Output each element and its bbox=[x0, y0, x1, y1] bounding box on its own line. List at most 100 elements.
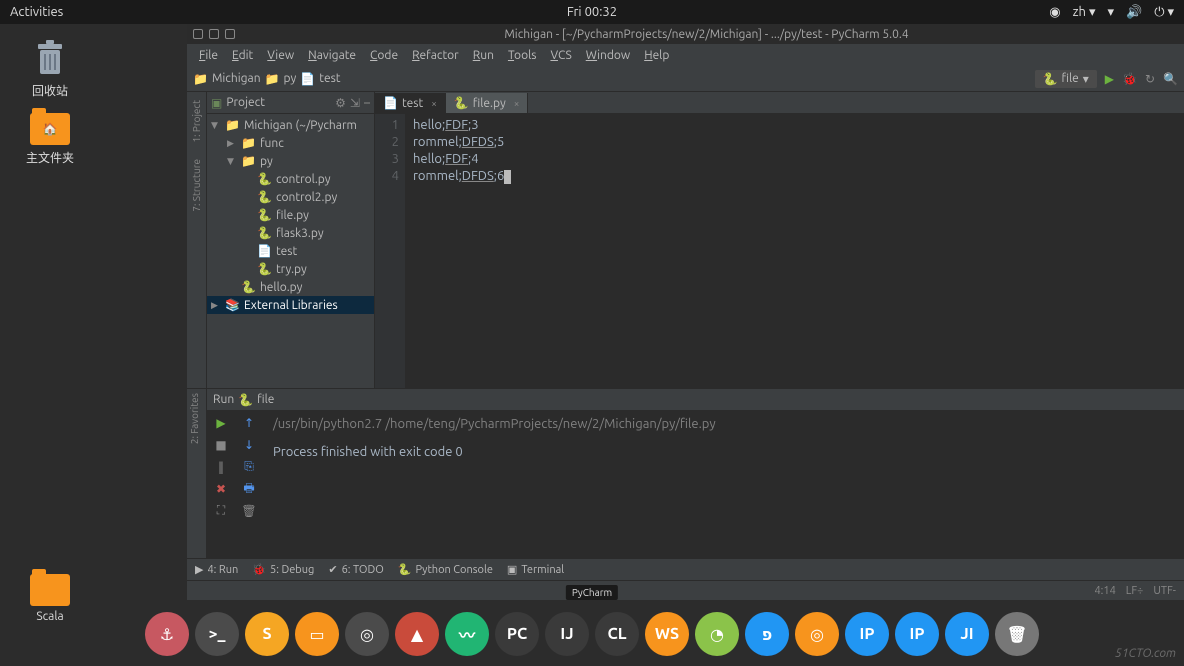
encoding[interactable]: UTF- bbox=[1153, 585, 1176, 597]
project-tool-tab[interactable]: 1: Project bbox=[189, 92, 204, 151]
close-tab-icon[interactable]: × bbox=[431, 98, 437, 109]
run-button[interactable]: ▶ bbox=[1105, 72, 1114, 86]
menu-tools[interactable]: Tools bbox=[502, 47, 543, 64]
down-icon[interactable]: ↓ bbox=[241, 437, 257, 453]
up-icon[interactable]: ↑ bbox=[241, 415, 257, 431]
dock-item[interactable]: ⚓ bbox=[145, 612, 189, 656]
window-min-icon[interactable] bbox=[209, 29, 219, 39]
caret-pos[interactable]: 4:14 bbox=[1094, 585, 1115, 597]
menu-vcs[interactable]: VCS bbox=[544, 47, 577, 64]
clock[interactable]: Fri 00:32 bbox=[567, 5, 617, 19]
python-icon: 🐍 bbox=[1043, 72, 1058, 86]
menu-run[interactable]: Run bbox=[467, 47, 500, 64]
bottom-tab[interactable]: 🐞5: Debug bbox=[252, 563, 314, 576]
breadcrumb-item[interactable]: 📄 test bbox=[300, 72, 340, 86]
clear-icon[interactable]: 🗑 bbox=[241, 503, 257, 519]
window-max-icon[interactable] bbox=[225, 29, 235, 39]
line-sep[interactable]: LF÷ bbox=[1126, 585, 1144, 597]
menu-code[interactable]: Code bbox=[364, 47, 404, 64]
close-tab-icon[interactable]: × bbox=[514, 98, 520, 109]
search-icon[interactable]: 🔍 bbox=[1163, 72, 1178, 86]
desktop-trash[interactable]: 回收站 bbox=[0, 38, 100, 99]
dock-item[interactable]: ◔ bbox=[695, 612, 739, 656]
hide-icon[interactable]: ⎯ bbox=[364, 96, 370, 110]
menu-window[interactable]: Window bbox=[580, 47, 636, 64]
print-icon[interactable]: 🖶 bbox=[241, 481, 257, 497]
tree-node[interactable]: 🐍hello.py bbox=[207, 278, 374, 296]
dock-item[interactable]: ◎ bbox=[795, 612, 839, 656]
structure-tool-tab[interactable]: 7: Structure bbox=[189, 151, 204, 220]
desktop-home[interactable]: 🏠 主文件夹 bbox=[0, 113, 100, 166]
dock-item[interactable]: ▲ bbox=[395, 612, 439, 656]
dock-item[interactable]: JI bbox=[945, 612, 989, 656]
menu-file[interactable]: File bbox=[193, 47, 224, 64]
tree-node[interactable]: 🐍control.py bbox=[207, 170, 374, 188]
tree-node[interactable]: ▼📁py bbox=[207, 152, 374, 170]
bottom-tab[interactable]: ▣Terminal bbox=[507, 563, 564, 576]
tree-node[interactable]: 🐍flask3.py bbox=[207, 224, 374, 242]
tree-node[interactable]: ▼📁Michigan (~/Pycharm bbox=[207, 116, 374, 134]
dock-item[interactable]: ◎ bbox=[345, 612, 389, 656]
wifi-icon[interactable]: ▾ bbox=[1107, 5, 1114, 20]
breadcrumb-item[interactable]: 📁 py bbox=[265, 72, 297, 86]
dock-item[interactable]: IP bbox=[845, 612, 889, 656]
dock-item[interactable]: IP bbox=[895, 612, 939, 656]
window-close-icon[interactable] bbox=[193, 29, 203, 39]
gear-icon[interactable]: ⚙ bbox=[335, 96, 346, 110]
dock-item[interactable]: >_ bbox=[195, 612, 239, 656]
nav-toolbar: 📁 Michigan 📁 py📄 test 🐍 file ▾ ▶ 🐞 ↻ 🔍 bbox=[187, 66, 1184, 92]
bottom-tab[interactable]: ✔6: TODO bbox=[328, 563, 383, 576]
pause-button[interactable]: ‖ bbox=[213, 459, 229, 475]
dock-item[interactable]: WS bbox=[645, 612, 689, 656]
layout-button[interactable]: ⛶ bbox=[213, 503, 229, 519]
editor-tab[interactable]: 🐍file.py× bbox=[446, 93, 529, 113]
dock-item[interactable]: IJ bbox=[545, 612, 589, 656]
wrap-icon[interactable]: ⎘ bbox=[241, 459, 257, 475]
menu-help[interactable]: Help bbox=[638, 47, 675, 64]
project-tree[interactable]: ▼📁Michigan (~/Pycharm▶📁func▼📁py🐍control.… bbox=[207, 114, 374, 388]
rerun-button[interactable]: ▶ bbox=[213, 415, 229, 431]
dock-item[interactable]: CL bbox=[595, 612, 639, 656]
menu-navigate[interactable]: Navigate bbox=[302, 47, 362, 64]
editor-tab[interactable]: 📄test× bbox=[375, 93, 446, 113]
accessibility-icon[interactable]: ◉ bbox=[1049, 5, 1060, 20]
rerun-button[interactable]: ↻ bbox=[1145, 72, 1155, 86]
run-toolbar-inner: ↑ ↓ ⎘ 🖶 🗑 bbox=[235, 411, 263, 558]
dock-item[interactable]: 🗑 bbox=[995, 612, 1039, 656]
tree-node[interactable]: 🐍control2.py bbox=[207, 188, 374, 206]
power-icon[interactable]: ⏻ ▾ bbox=[1154, 5, 1174, 20]
dock-item[interactable]: פ bbox=[745, 612, 789, 656]
bottom-tab[interactable]: 🐍Python Console bbox=[398, 563, 493, 576]
debug-button[interactable]: 🐞 bbox=[1122, 72, 1137, 86]
tree-node[interactable]: ▶📁func bbox=[207, 134, 374, 152]
stop-button[interactable]: ■ bbox=[213, 437, 229, 453]
input-lang[interactable]: zh ▾ bbox=[1073, 5, 1096, 20]
menu-edit[interactable]: Edit bbox=[226, 47, 259, 64]
menu-refactor[interactable]: Refactor bbox=[406, 47, 465, 64]
breadcrumb-item[interactable]: 📁 Michigan bbox=[193, 72, 261, 86]
volume-icon[interactable]: 🔊 bbox=[1126, 5, 1142, 20]
tree-node[interactable]: 🐍try.py bbox=[207, 260, 374, 278]
close-button[interactable]: ✖ bbox=[213, 481, 229, 497]
titlebar[interactable]: Michigan - [~/PycharmProjects/new/2/Mich… bbox=[187, 24, 1184, 44]
dock-item[interactable]: ▭ bbox=[295, 612, 339, 656]
dock-item[interactable]: 〰 bbox=[445, 612, 489, 656]
dock-item[interactable]: S bbox=[245, 612, 289, 656]
tree-node[interactable]: 🐍file.py bbox=[207, 206, 374, 224]
console-output[interactable]: /usr/bin/python2.7 /home/teng/PycharmPro… bbox=[263, 411, 1184, 558]
activities-button[interactable]: Activities bbox=[10, 5, 63, 19]
pycharm-window: Michigan - [~/PycharmProjects/new/2/Mich… bbox=[187, 24, 1184, 600]
favorites-tool-tab[interactable]: 2: Favorites bbox=[187, 389, 202, 448]
collapse-icon[interactable]: ⇲ bbox=[350, 96, 360, 110]
tree-node[interactable]: ▶📚External Libraries bbox=[207, 296, 374, 314]
bottom-tab[interactable]: ▶4: Run bbox=[195, 563, 238, 576]
tree-node[interactable]: 📄test bbox=[207, 242, 374, 260]
editor[interactable]: 1234 hello;FDF;3rommel;DFDS;5hello;FDF;4… bbox=[375, 114, 1184, 388]
bottom-toolbar: ▶4: Run 🐞5: Debug ✔6: TODO 🐍Python Console ▣… bbox=[187, 558, 1184, 580]
run-config-selector[interactable]: 🐍 file ▾ bbox=[1035, 70, 1097, 88]
menu-view[interactable]: View bbox=[261, 47, 300, 64]
dock-item[interactable]: PC bbox=[495, 612, 539, 656]
folder-icon: 🏠 bbox=[30, 113, 70, 145]
code-area[interactable]: hello;FDF;3rommel;DFDS;5hello;FDF;4romme… bbox=[405, 114, 1184, 388]
run-panel-config: file bbox=[257, 393, 274, 406]
